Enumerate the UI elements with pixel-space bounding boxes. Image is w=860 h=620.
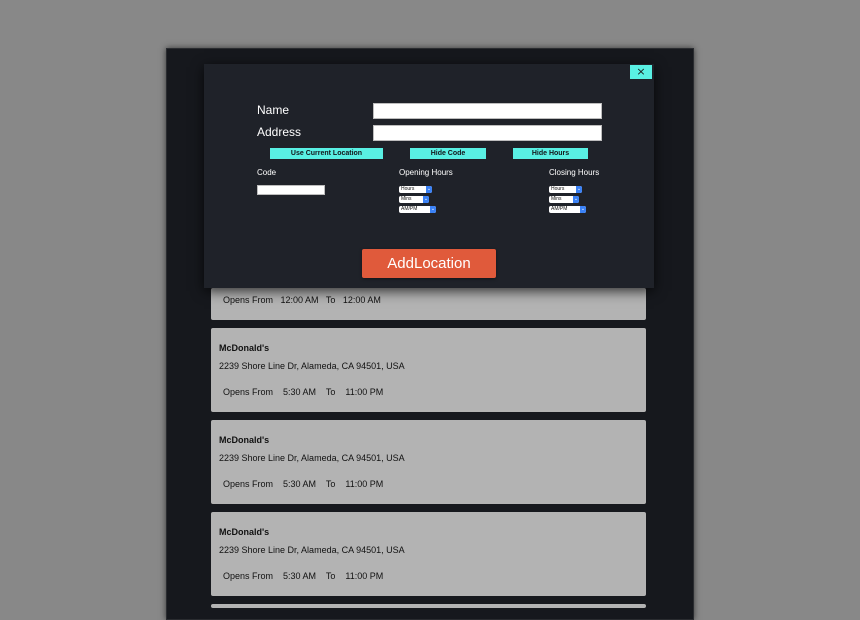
chevron-down-icon: ⌄ [426, 186, 432, 193]
name-label: Name [257, 103, 290, 117]
location-hours: Opens From 12:00 AM To 12:00 AM [223, 295, 381, 305]
location-card[interactable]: McDonald's 2239 Shore Line Dr, Alameda, … [211, 328, 646, 412]
location-name: McDonald's [219, 343, 270, 353]
closing-hours-select[interactable]: Hours ⌄ [549, 186, 582, 193]
closing-hours-select-value: Hours [551, 186, 565, 192]
use-current-location-button[interactable]: Use Current Location [270, 148, 383, 159]
opening-hours-select[interactable]: Hours ⌄ [399, 186, 432, 193]
location-address: 2239 Shore Line Dr, Alameda, CA 94501, U… [219, 361, 405, 371]
opening-hours-select-value: Hours [401, 186, 415, 192]
chevron-down-icon: ⌄ [423, 196, 429, 203]
address-label: Address [257, 125, 302, 139]
add-location-modal: × Name Address Use Current Location Hide… [204, 64, 654, 288]
add-location-button[interactable]: AddLocation [362, 249, 496, 278]
location-name: McDonald's [219, 527, 270, 537]
code-label: Code [257, 168, 277, 177]
location-hours: Opens From 5:30 AM To 11:00 PM [223, 479, 384, 489]
closing-mins-select[interactable]: Mins ⌄ [549, 196, 579, 203]
closing-ampm-select[interactable]: AM/PM ⌄ [549, 206, 586, 213]
code-input[interactable] [257, 185, 325, 195]
opening-ampm-select-value: AM/PM [401, 206, 418, 212]
close-button[interactable]: × [630, 65, 652, 79]
opening-mins-select-value: Mins [401, 196, 412, 202]
opening-ampm-select[interactable]: AM/PM ⌄ [399, 206, 436, 213]
closing-ampm-select-value: AM/PM [551, 206, 568, 212]
address-input[interactable] [373, 125, 602, 141]
opening-mins-select[interactable]: Mins ⌄ [399, 196, 429, 203]
location-name: McDonald's [219, 435, 270, 445]
chevron-down-icon: ⌄ [580, 206, 586, 213]
location-card[interactable] [211, 604, 646, 608]
location-card[interactable]: Opens From 12:00 AM To 12:00 AM [211, 288, 646, 320]
chevron-down-icon: ⌄ [430, 206, 436, 213]
name-input[interactable] [373, 103, 602, 119]
location-card[interactable]: McDonald's 2239 Shore Line Dr, Alameda, … [211, 420, 646, 504]
location-hours: Opens From 5:30 AM To 11:00 PM [223, 387, 384, 397]
closing-mins-select-value: Mins [551, 196, 562, 202]
chevron-down-icon: ⌄ [573, 196, 579, 203]
hide-code-button[interactable]: Hide Code [410, 148, 486, 159]
closing-hours-label: Closing Hours [549, 168, 600, 177]
location-address: 2239 Shore Line Dr, Alameda, CA 94501, U… [219, 453, 405, 463]
location-hours: Opens From 5:30 AM To 11:00 PM [223, 571, 384, 581]
chevron-down-icon: ⌄ [576, 186, 582, 193]
hide-hours-button[interactable]: Hide Hours [513, 148, 588, 159]
location-address: 2239 Shore Line Dr, Alameda, CA 94501, U… [219, 545, 405, 555]
location-card[interactable]: McDonald's 2239 Shore Line Dr, Alameda, … [211, 512, 646, 596]
opening-hours-label: Opening Hours [399, 168, 453, 177]
